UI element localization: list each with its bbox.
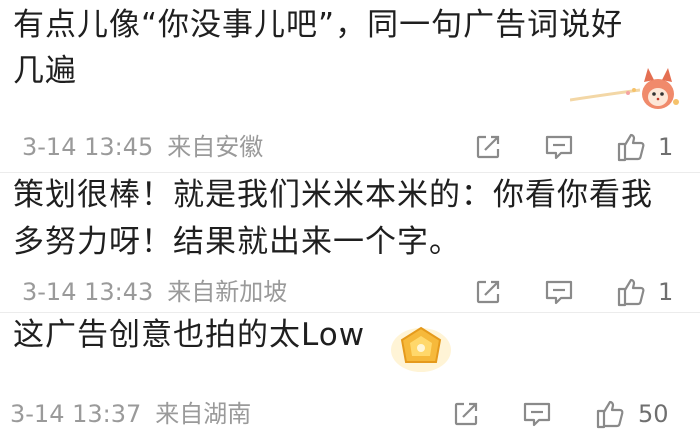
comment-text-line1: 策划很棒！就是我们米米本米的：你看你看我 <box>13 177 653 213</box>
like-count: 1 <box>658 133 674 161</box>
like-count: 50 <box>638 400 669 428</box>
repost-button[interactable] <box>452 397 480 431</box>
comment-icon <box>523 402 551 427</box>
like-button[interactable] <box>594 397 626 431</box>
comment-text-line1: 有点儿像“你没事儿吧”，同一句广告词说好 <box>13 7 624 43</box>
comment-date: 3-14 13:45 <box>22 133 154 161</box>
thumbs-up-icon <box>617 133 645 162</box>
comment-icon <box>545 280 573 305</box>
comment-2-footer: 3-14 13:43 来自新加坡 1 <box>0 275 700 309</box>
like-button[interactable] <box>615 275 647 309</box>
comment-icon <box>545 135 573 160</box>
comment-location: 来自安徽 <box>167 133 264 161</box>
gold-badge-icon <box>390 320 452 380</box>
repost-button[interactable] <box>474 130 502 164</box>
comment-date: 3-14 13:43 <box>22 278 154 306</box>
comment-date: 3-14 13:37 <box>10 400 142 428</box>
comment-3-footer: 3-14 13:37 来自湖南 50 <box>0 397 700 431</box>
comment-text-line2: 几遍 <box>13 53 77 89</box>
comment-button[interactable] <box>522 397 552 431</box>
comment-text-line2: 多努力呀！结果就出来一个字。 <box>13 224 461 260</box>
comment-location: 来自新加坡 <box>167 278 288 306</box>
repost-icon <box>476 280 500 304</box>
like-button[interactable] <box>615 130 647 164</box>
like-count: 1 <box>658 278 674 306</box>
fox-sticker-icon <box>569 60 690 116</box>
thumbs-up-icon <box>596 400 624 429</box>
repost-button[interactable] <box>474 275 502 309</box>
repost-icon <box>476 135 500 159</box>
comment-location: 来自湖南 <box>155 400 252 428</box>
comment-text-line1: 这广告创意也拍的太Low <box>13 317 366 353</box>
comment-button[interactable] <box>544 130 574 164</box>
comment-1-footer: 3-14 13:45 来自安徽 1 <box>0 130 700 164</box>
comment-button[interactable] <box>544 275 574 309</box>
repost-icon <box>454 402 478 426</box>
thumbs-up-icon <box>617 278 645 307</box>
